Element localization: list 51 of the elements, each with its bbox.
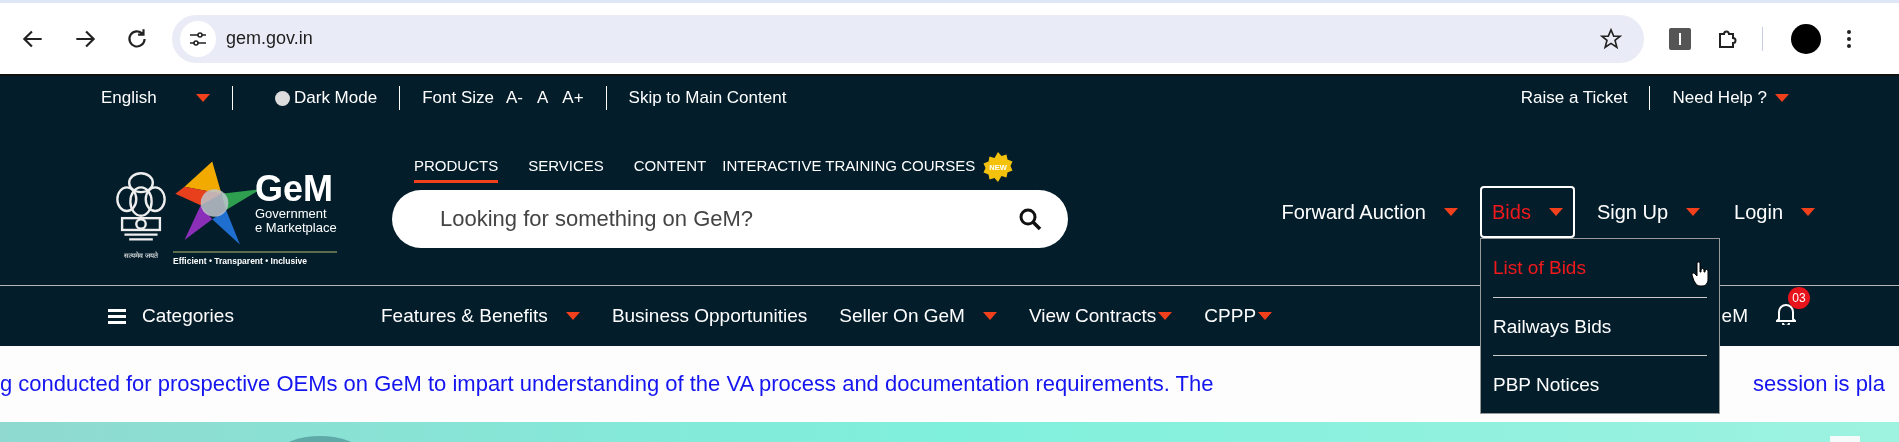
category-tab[interactable]: PRODUCTS bbox=[414, 157, 499, 183]
caret-icon bbox=[1444, 208, 1458, 216]
font-size-label: Font Size bbox=[422, 88, 494, 108]
bookmark-star-icon[interactable] bbox=[1600, 27, 1622, 50]
news-ticker-text: g conducted for prospective OEMs on GeM to impart understanding of the VA process and documentation requirements. The bbox=[0, 371, 1214, 397]
font-size-option[interactable]: A+ bbox=[562, 88, 584, 108]
dark-mode-label: Dark Mode bbox=[294, 88, 378, 108]
categories-menu[interactable]: Categories bbox=[108, 305, 381, 327]
nav-link[interactable]: Features & Benefits bbox=[381, 305, 580, 327]
logo-name: GeM bbox=[255, 170, 334, 207]
search-field[interactable]: Looking for something on GeM? bbox=[392, 190, 1068, 248]
nav-link[interactable]: eM bbox=[1721, 305, 1748, 327]
category-tab[interactable]: SERVICES bbox=[528, 157, 604, 183]
font-size-option[interactable]: A bbox=[536, 88, 549, 108]
hand-cursor-icon bbox=[1691, 261, 1711, 287]
menu-icon[interactable] bbox=[1846, 28, 1852, 49]
nav-link[interactable]: Business Opportunities bbox=[611, 305, 808, 327]
font-size-option[interactable]: A- bbox=[505, 88, 523, 108]
dropdown-item[interactable]: List of Bids bbox=[1493, 239, 1707, 297]
nav-menu-button[interactable]: Login bbox=[1722, 186, 1827, 238]
nav-link[interactable]: Seller On GeM bbox=[839, 305, 997, 327]
caret-icon bbox=[1801, 208, 1815, 216]
nav-menu-button[interactable]: Bids bbox=[1480, 186, 1575, 238]
hamburger-icon bbox=[108, 308, 126, 324]
skip-link[interactable]: Skip to Main Content bbox=[628, 88, 787, 108]
search-icon[interactable] bbox=[1018, 207, 1042, 231]
category-tab[interactable]: INTERACTIVE TRAINING COURSES bbox=[722, 157, 976, 183]
nav-menu-button[interactable]: Sign Up bbox=[1584, 186, 1713, 238]
address-bar[interactable]: gem.gov.in bbox=[172, 14, 1644, 63]
caret-icon bbox=[196, 94, 210, 102]
url-text[interactable]: gem.gov.in bbox=[226, 28, 313, 49]
extension-icon[interactable] bbox=[1669, 27, 1691, 50]
logo-subtitle: Government bbox=[255, 206, 328, 221]
nav-menu-button[interactable]: Forward Auction bbox=[1269, 186, 1470, 238]
notification-badge: 03 bbox=[1788, 286, 1810, 309]
profile-avatar[interactable] bbox=[1791, 23, 1821, 54]
caret-icon bbox=[1686, 208, 1701, 216]
dropdown-item[interactable]: PBP Notices bbox=[1493, 355, 1707, 413]
category-tab[interactable]: CONTENT bbox=[633, 157, 707, 183]
logo-tagline: Efficient • Transparent • Inclusive bbox=[173, 251, 337, 266]
dropdown-item[interactable]: Railways Bids bbox=[1493, 297, 1707, 355]
nav-link[interactable]: CPPP bbox=[1204, 305, 1273, 327]
top-link[interactable]: Raise a Ticket bbox=[1520, 88, 1628, 108]
news-ticker-text: session is pla bbox=[1752, 371, 1885, 397]
language-select[interactable]: English bbox=[101, 88, 196, 108]
dark-mode-toggle[interactable] bbox=[275, 90, 290, 106]
nav-link[interactable]: View Contracts bbox=[1028, 305, 1173, 327]
top-link[interactable]: Need Help ? bbox=[1672, 88, 1767, 108]
logo-subtitle: e Marketplace bbox=[255, 221, 337, 236]
caret-icon bbox=[1548, 208, 1563, 216]
bell-icon[interactable] bbox=[1776, 302, 1796, 325]
